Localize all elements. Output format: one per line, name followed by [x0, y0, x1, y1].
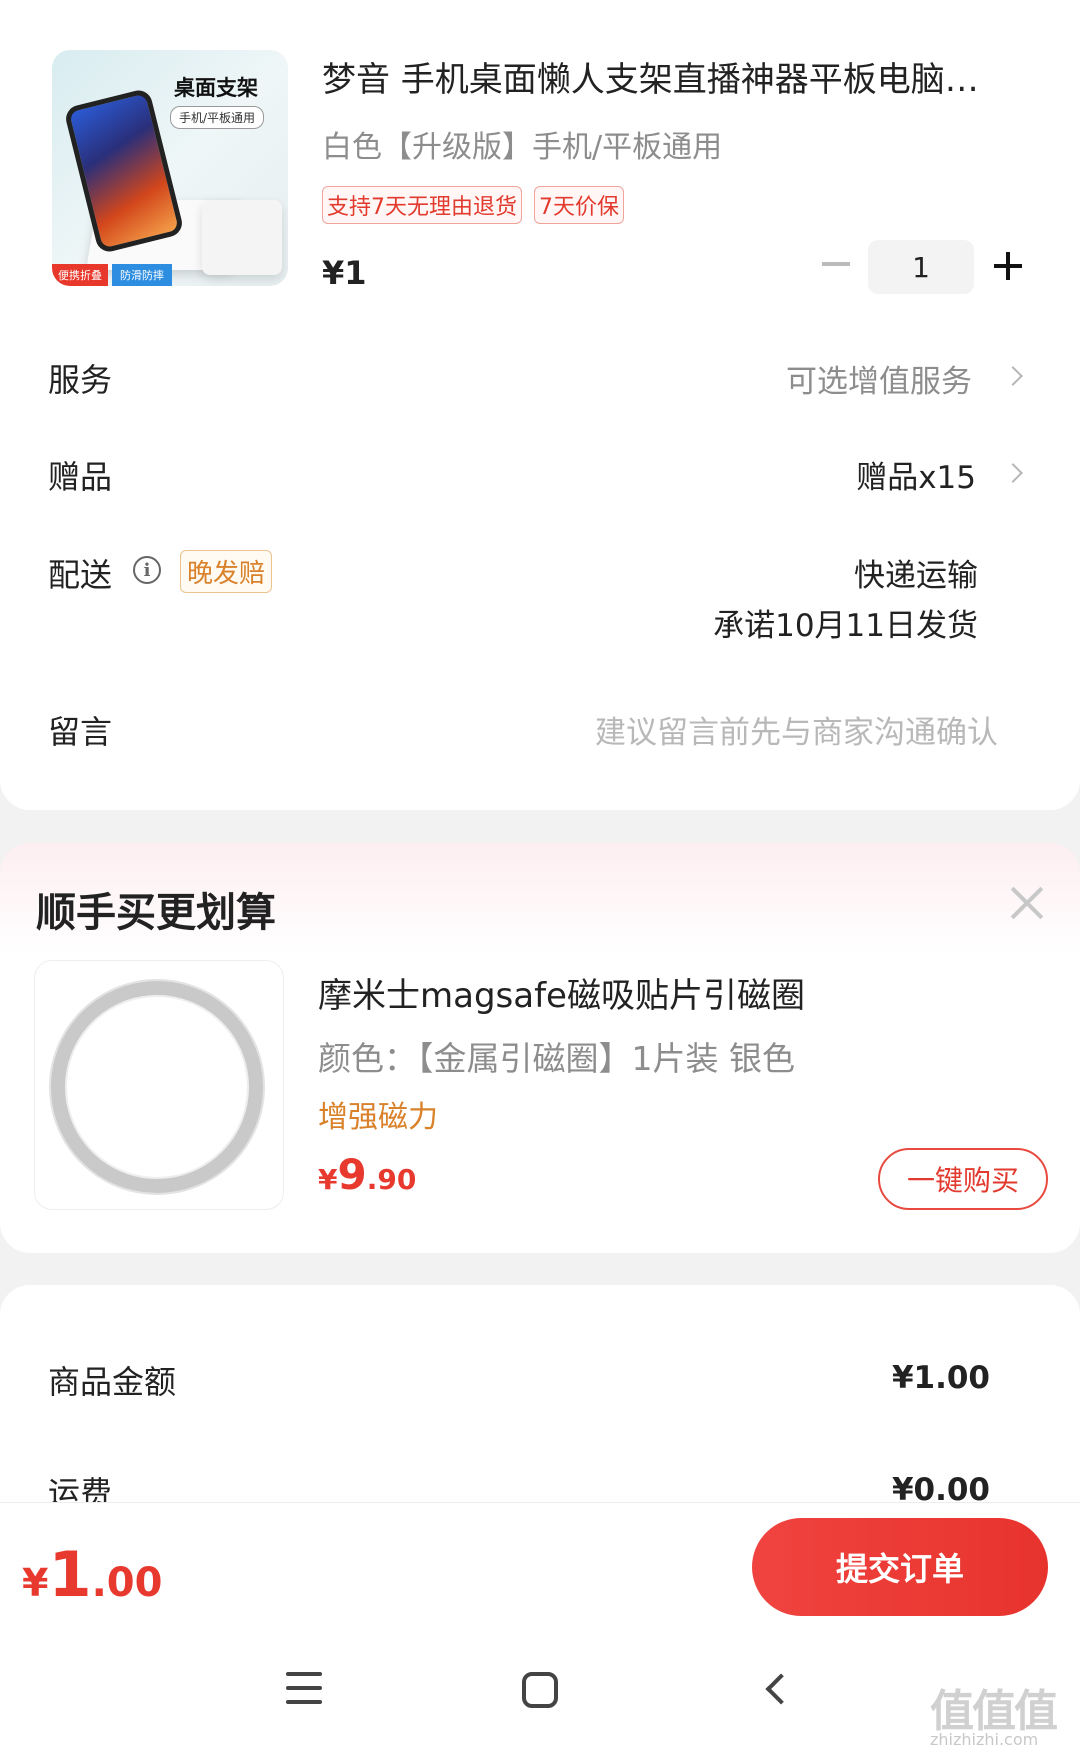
delivery-label: 配送 [48, 556, 113, 594]
product-title[interactable]: 梦音 手机桌面懒人支架直播神器平板电脑… [322, 52, 1022, 101]
recommend-price-dec: .90 [366, 1163, 417, 1196]
total-price: ¥1.00 [22, 1538, 162, 1611]
service-label: 服务 [48, 361, 113, 399]
delivery-promise: 承诺10月11日发货 [713, 608, 978, 644]
menu-icon[interactable] [286, 1672, 322, 1706]
late-compensation-badge: 晚发赔 [180, 550, 273, 593]
recommend-spec: 颜色：【金属引磁圈】1片装 银色 [318, 1039, 795, 1078]
image-title: 桌面支架 [174, 76, 258, 100]
close-icon[interactable] [1010, 886, 1044, 920]
service-value[interactable]: 可选增值服务 [786, 356, 972, 401]
goods-amount-value: ¥1.00 [891, 1360, 990, 1396]
magnetic-ring-graphic [51, 981, 263, 1193]
product-spec[interactable]: 白色【升级版】手机/平板通用 [322, 122, 722, 166]
product-price: ¥1 [322, 254, 367, 292]
image-subtitle: 手机/平板通用 [170, 106, 265, 129]
gift-label: 赠品 [48, 458, 113, 496]
submit-order-button[interactable]: 提交订单 [752, 1518, 1048, 1616]
message-label: 留言 [48, 713, 113, 751]
recommend-price-symbol: ¥ [318, 1163, 338, 1196]
recommend-price: ¥9.90 [318, 1150, 416, 1199]
stand-graphic-2 [202, 200, 282, 275]
goods-amount-label: 商品金额 [48, 1363, 177, 1401]
one-click-buy-button[interactable]: 一键购买 [878, 1148, 1048, 1210]
minus-icon [822, 262, 850, 266]
image-badge-foldable: 便携折叠 [52, 264, 108, 286]
product-image[interactable]: 桌面支架 手机/平板通用 便携折叠 防滑防摔 [52, 50, 288, 286]
recommend-product-image[interactable] [34, 960, 284, 1210]
recommend-feature: 增强磁力 [318, 1100, 438, 1135]
tag-price-protect: 7天价保 [534, 186, 624, 224]
message-input[interactable]: 建议留言前先与商家沟通确认 [595, 707, 998, 752]
total-price-dec: .00 [91, 1560, 163, 1606]
product-tags: 支持7天无理由退货 7天价保 [322, 186, 624, 224]
recommend-heading: 顺手买更划算 [36, 890, 276, 936]
recommend-price-int: 9 [337, 1150, 367, 1199]
quantity-increase-button[interactable] [990, 248, 1026, 284]
quantity-decrease-button[interactable] [818, 246, 854, 282]
phone-graphic [63, 87, 185, 255]
total-price-int: 1 [48, 1538, 92, 1611]
gift-value[interactable]: 赠品x15 [856, 452, 976, 497]
tag-return: 支持7天无理由退货 [322, 186, 522, 224]
total-price-symbol: ¥ [22, 1561, 49, 1605]
info-icon[interactable]: i [133, 556, 161, 584]
delivery-method[interactable]: 快递运输 [854, 550, 978, 595]
home-icon[interactable] [522, 1672, 558, 1708]
quantity-input[interactable]: 1 [868, 240, 974, 294]
image-badge-antislip: 防滑防摔 [112, 264, 172, 286]
watermark-url: zhizhizhi.com [930, 1730, 1039, 1749]
recommend-title[interactable]: 摩米士magsafe磁吸贴片引磁圈 [318, 968, 805, 1017]
